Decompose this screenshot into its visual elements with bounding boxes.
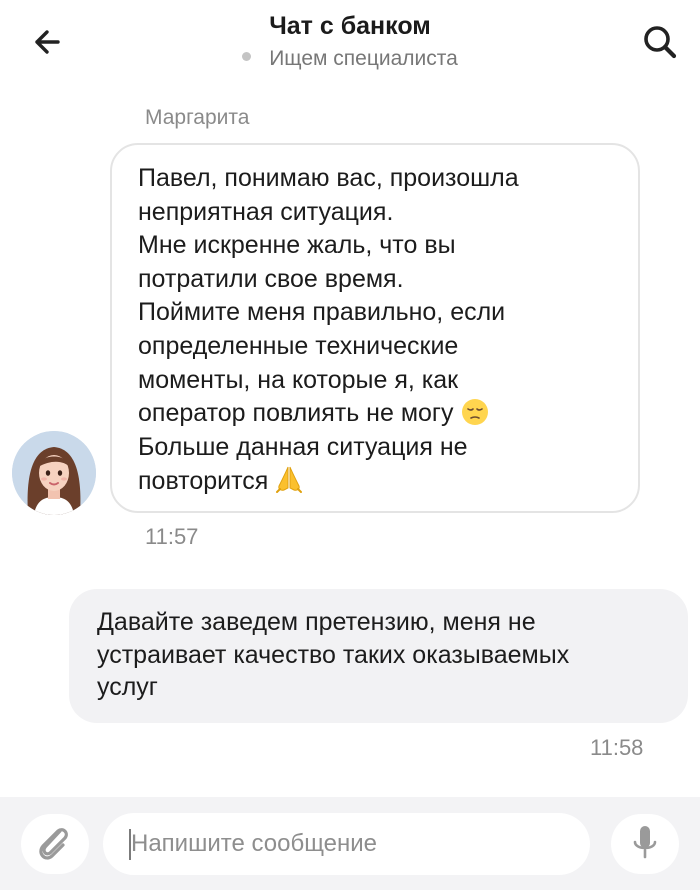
- message-line-text: оператор повлиять не могу: [138, 399, 454, 428]
- message-line: потратили свое время.: [138, 264, 404, 293]
- status-dot: [242, 51, 252, 61]
- sender-name: Маргарита: [145, 106, 250, 129]
- message-line: Давайте заведем претензию, меня не: [97, 608, 536, 636]
- search-button[interactable]: [638, 20, 682, 64]
- attach-button[interactable]: [21, 814, 89, 874]
- operator-status: Ищем специалиста: [0, 47, 700, 71]
- message-line: неприятная ситуация.: [138, 197, 394, 226]
- message-line: устраивает качество таких оказываемых: [97, 640, 570, 669]
- message-line: Мне искренне жаль, что вы: [138, 231, 456, 260]
- message-line: определенные технические: [138, 331, 459, 360]
- message-input-box[interactable]: [103, 813, 590, 875]
- message-line: моменты, на которые я, как: [138, 365, 459, 394]
- message-line-text: повторится: [138, 467, 269, 496]
- composer-bar: [0, 797, 700, 890]
- message-line: Павел, понимаю вас, произошла: [138, 164, 519, 192]
- paperclip-icon: [39, 828, 68, 860]
- operator-avatar: [12, 431, 96, 515]
- microphone-button[interactable]: [611, 814, 679, 874]
- outgoing-message-bubble: Давайте заведем претензию, меня не устра…: [69, 589, 688, 723]
- folded-hands-emoji: [276, 467, 303, 494]
- chat-title: Чат с банком: [269, 12, 431, 40]
- search-icon: [644, 26, 677, 59]
- message-time: 11:58: [590, 735, 644, 760]
- chat-header: Чат с банком Ищем специалиста: [0, 0, 700, 90]
- incoming-message-bubble: Павел, понимаю вас, произошла неприятная…: [110, 143, 640, 513]
- pensive-face-emoji: [461, 399, 488, 426]
- message-line: услуг: [97, 673, 158, 701]
- microphone-icon: [633, 826, 657, 859]
- message-line-with-emoji: повторится: [138, 464, 618, 499]
- message-time: 11:57: [145, 524, 199, 549]
- message-line: Поймите меня правильно, если: [138, 298, 506, 327]
- message-line-with-emoji: оператор повлиять не могу: [138, 397, 618, 431]
- message-line: Больше данная ситуация не: [138, 432, 468, 461]
- status-text: Ищем специалиста: [269, 47, 458, 70]
- message-input[interactable]: [131, 813, 571, 875]
